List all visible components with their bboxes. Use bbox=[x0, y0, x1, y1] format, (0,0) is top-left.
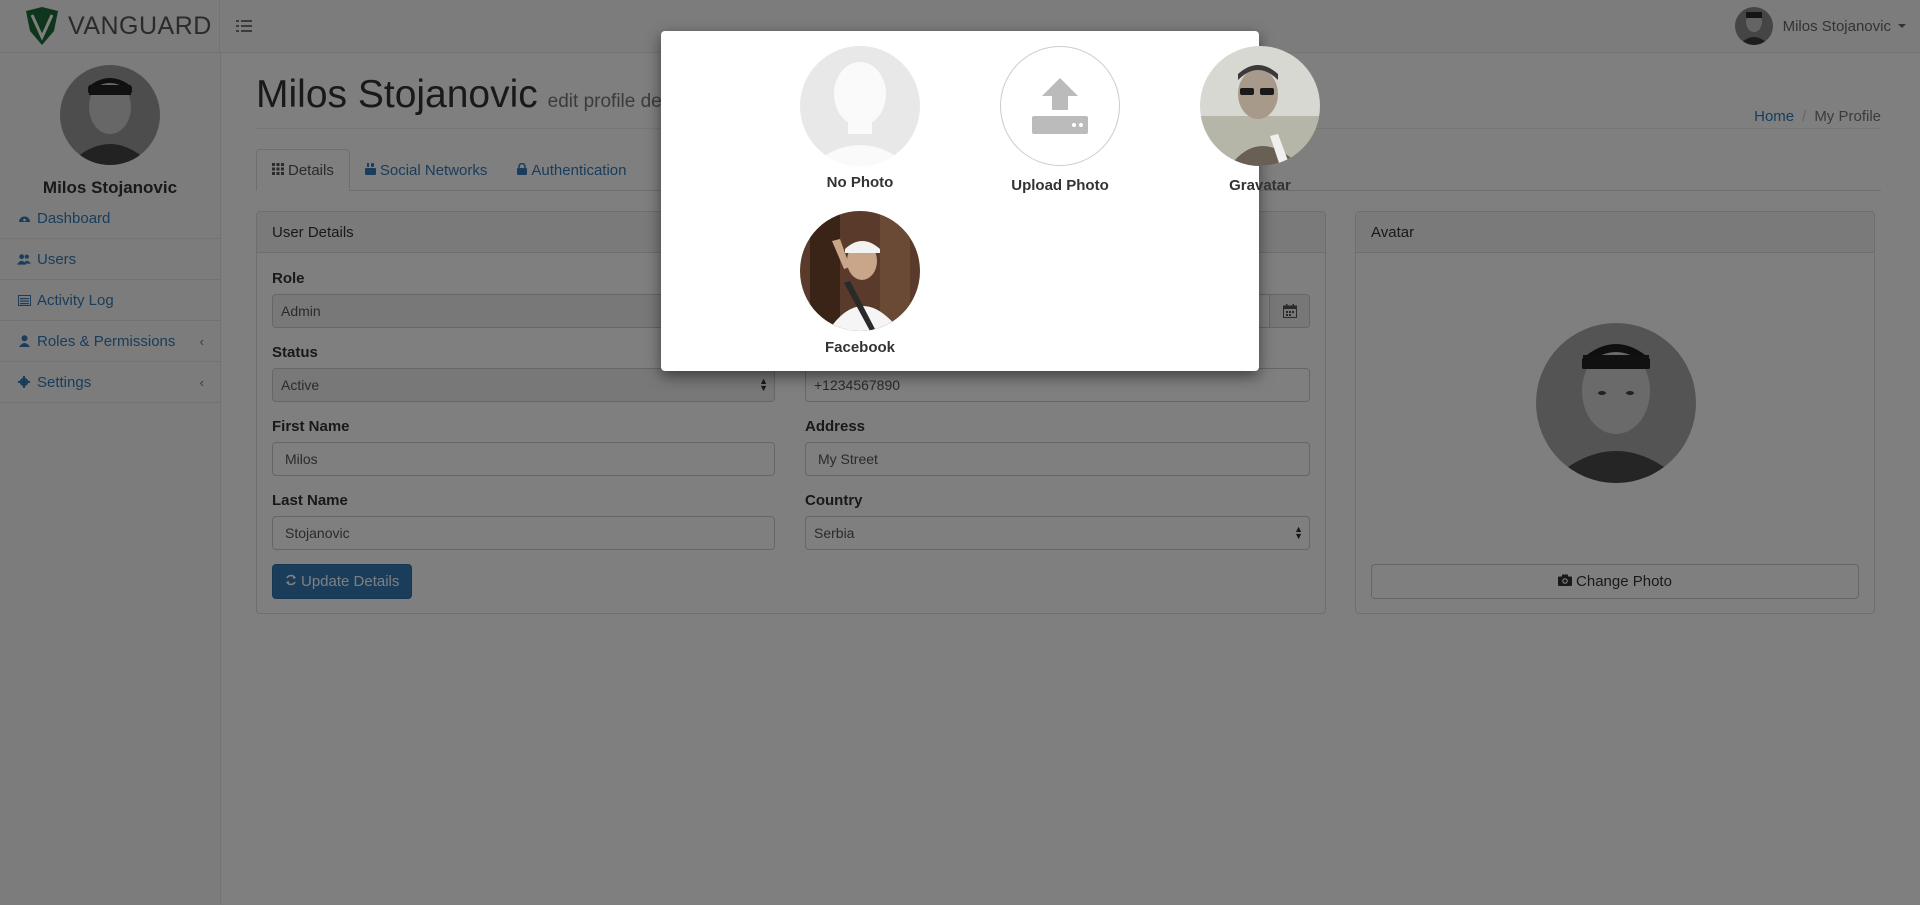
facebook-photo bbox=[800, 211, 920, 331]
avatar-option-upload[interactable]: Upload Photo bbox=[960, 46, 1160, 194]
no-photo-placeholder-icon bbox=[800, 46, 920, 166]
upload-icon bbox=[1000, 46, 1120, 166]
avatar-option-label: No Photo bbox=[826, 174, 894, 191]
avatar-option-no-photo[interactable]: No Photo bbox=[760, 46, 960, 191]
gravatar-photo bbox=[1200, 46, 1320, 166]
avatar-option-label: Upload Photo bbox=[1011, 177, 1109, 194]
avatar-option-gravatar[interactable]: Gravatar bbox=[1160, 46, 1360, 194]
avatar-option-label: Facebook bbox=[824, 339, 896, 356]
change-photo-modal: No Photo Upload Photo Gravatar Facebook bbox=[661, 31, 1320, 371]
avatar-option-facebook[interactable]: Facebook bbox=[760, 211, 960, 356]
avatar-option-label: Gravatar bbox=[1229, 177, 1291, 194]
